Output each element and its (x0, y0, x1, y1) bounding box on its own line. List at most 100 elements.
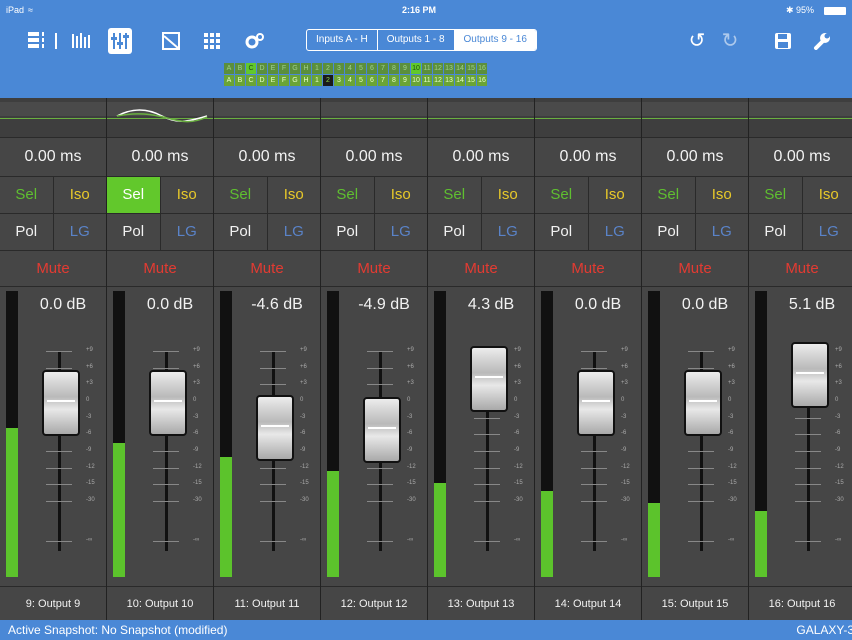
delay-value[interactable]: 0.00 ms (535, 138, 641, 177)
polarity-button[interactable]: Pol (749, 214, 803, 250)
eq-preview[interactable] (749, 98, 852, 138)
save-icon[interactable] (772, 28, 794, 54)
grid-cell[interactable]: D (257, 63, 267, 74)
eq-preview[interactable] (535, 98, 641, 138)
grid-cell[interactable]: C (246, 63, 256, 74)
channel-name[interactable]: 14: Output 14 (535, 586, 641, 621)
grid-cell[interactable]: E (268, 63, 278, 74)
grid-cell[interactable]: 6 (367, 63, 377, 74)
grid-cell[interactable]: 4 (345, 63, 355, 74)
grid-cell[interactable]: 15 (466, 63, 476, 74)
grid-cell[interactable]: 8 (389, 75, 399, 86)
fader-knob[interactable] (149, 369, 187, 436)
grid-cell[interactable]: 5 (356, 75, 366, 86)
channel-name[interactable]: 10: Output 10 (107, 586, 213, 621)
polarity-button[interactable]: Pol (0, 214, 54, 250)
delay-value[interactable]: 0.00 ms (428, 138, 534, 177)
settings-gears-icon[interactable] (244, 28, 266, 54)
wrench-icon[interactable] (811, 28, 833, 54)
grid-cell[interactable]: 7 (378, 63, 388, 74)
grid-cell[interactable]: 12 (433, 75, 443, 86)
grid-cell[interactable]: 15 (466, 75, 476, 86)
eq-curve-icon[interactable] (160, 28, 182, 54)
grid-cell[interactable]: 13 (444, 75, 454, 86)
link-group-button[interactable]: LG (375, 214, 428, 250)
grid-cell[interactable]: 5 (356, 63, 366, 74)
link-group-button[interactable]: LG (268, 214, 321, 250)
mute-button[interactable]: Mute (321, 252, 427, 287)
tab-outputs-1-8[interactable]: Outputs 1 - 8 (378, 30, 455, 50)
fader-knob[interactable] (42, 369, 80, 436)
iso-button[interactable]: Iso (161, 177, 214, 213)
sel-button[interactable]: Sel (428, 177, 482, 213)
grid-cell[interactable]: 16 (477, 63, 487, 74)
delay-value[interactable]: 0.00 ms (321, 138, 427, 177)
eq-preview[interactable] (428, 98, 534, 138)
iso-button[interactable]: Iso (375, 177, 428, 213)
sel-button[interactable]: Sel (321, 177, 375, 213)
list-icon[interactable] (26, 28, 46, 54)
iso-button[interactable]: Iso (482, 177, 535, 213)
grid-cell[interactable]: 4 (345, 75, 355, 86)
delay-value[interactable]: 0.00 ms (214, 138, 320, 177)
eq-preview[interactable] (0, 98, 106, 138)
delay-value[interactable]: 0.00 ms (0, 138, 106, 177)
polarity-button[interactable]: Pol (107, 214, 161, 250)
grid-cell[interactable]: 13 (444, 63, 454, 74)
grid-cell[interactable]: D (257, 75, 267, 86)
grid-cell[interactable]: H (301, 75, 311, 86)
iso-button[interactable]: Iso (696, 177, 749, 213)
grid-cell[interactable]: A (224, 75, 234, 86)
grid-cell[interactable]: 11 (422, 63, 432, 74)
link-group-button[interactable]: LG (589, 214, 642, 250)
iso-button[interactable]: Iso (803, 177, 852, 213)
link-group-button[interactable]: LG (54, 214, 107, 250)
sel-button[interactable]: Sel (642, 177, 696, 213)
fader-knob[interactable] (577, 369, 615, 436)
grid-cell[interactable]: 14 (455, 75, 465, 86)
redo-icon[interactable]: ↻ (719, 28, 741, 54)
channel-name[interactable]: 11: Output 11 (214, 586, 320, 621)
eq-preview[interactable] (107, 98, 213, 138)
channel-name[interactable]: 9: Output 9 (0, 586, 106, 621)
channel-name[interactable]: 12: Output 12 (321, 586, 427, 621)
iso-button[interactable]: Iso (54, 177, 107, 213)
grid-cell[interactable]: B (235, 75, 245, 86)
grid-cell[interactable]: 7 (378, 75, 388, 86)
grid-cell[interactable]: 3 (334, 63, 344, 74)
mute-button[interactable]: Mute (642, 252, 748, 287)
polarity-button[interactable]: Pol (428, 214, 482, 250)
grid-cell[interactable]: 2 (323, 63, 333, 74)
sel-button[interactable]: Sel (749, 177, 803, 213)
channel-name[interactable]: 13: Output 13 (428, 586, 534, 621)
tab-outputs-9-16[interactable]: Outputs 9 - 16 (454, 30, 536, 50)
mute-button[interactable]: Mute (428, 252, 534, 287)
mute-button[interactable]: Mute (0, 252, 106, 287)
channel-name[interactable]: 16: Output 16 (749, 586, 852, 621)
grid-cell[interactable]: G (290, 63, 300, 74)
channel-name[interactable]: 15: Output 15 (642, 586, 748, 621)
grid-cell[interactable]: A (224, 63, 234, 74)
grid-cell[interactable]: F (279, 63, 289, 74)
mixer-faders-icon[interactable] (108, 28, 132, 54)
delay-value[interactable]: 0.00 ms (107, 138, 213, 177)
eq-preview[interactable] (642, 98, 748, 138)
grid-cell[interactable]: 9 (400, 75, 410, 86)
link-group-button[interactable]: LG (161, 214, 214, 250)
eq-preview[interactable] (214, 98, 320, 138)
sel-button[interactable]: Sel (214, 177, 268, 213)
grid-cell[interactable]: 11 (422, 75, 432, 86)
keypad-grid-icon[interactable] (201, 28, 223, 54)
mute-button[interactable]: Mute (214, 252, 320, 287)
grid-cell[interactable]: 1 (312, 75, 322, 86)
fader-knob[interactable] (363, 397, 401, 464)
grid-cell[interactable]: 10 (411, 63, 421, 74)
sel-button[interactable]: Sel (535, 177, 589, 213)
fader-knob[interactable] (470, 346, 508, 413)
grid-cell[interactable]: 3 (334, 75, 344, 86)
iso-button[interactable]: Iso (589, 177, 642, 213)
fader-knob[interactable] (791, 341, 829, 408)
polarity-button[interactable]: Pol (321, 214, 375, 250)
polarity-button[interactable]: Pol (642, 214, 696, 250)
grid-cell[interactable]: H (301, 63, 311, 74)
